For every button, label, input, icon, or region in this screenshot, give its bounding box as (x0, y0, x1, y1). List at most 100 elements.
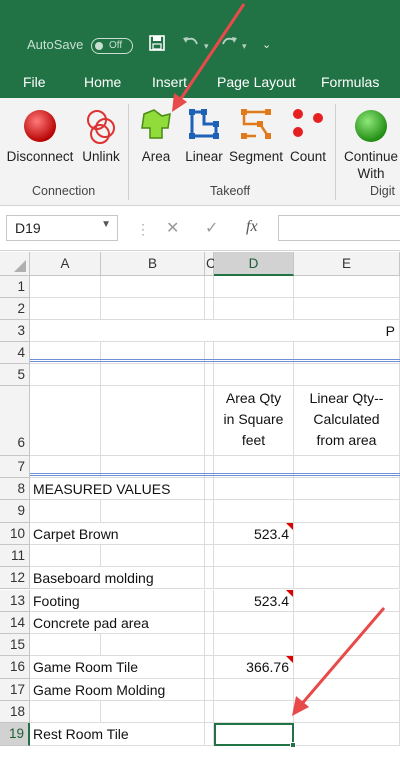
cell-a8[interactable]: MEASURED VALUES (30, 478, 170, 501)
cell-e11[interactable] (294, 544, 400, 568)
row-header[interactable]: 12 (0, 567, 30, 590)
count-button[interactable]: Count (287, 100, 329, 180)
cell-c6[interactable] (205, 386, 214, 456)
cell-b10[interactable] (101, 522, 205, 545)
tab-formulas[interactable]: Formulas (321, 74, 379, 90)
cell-b6[interactable] (101, 386, 205, 456)
cell-a17[interactable]: Game Room Molding (30, 679, 165, 701)
cell-b9[interactable] (101, 500, 205, 523)
customize-toolbar-icon[interactable]: ⌄ (262, 38, 271, 51)
cell-c19[interactable] (205, 723, 214, 746)
row-header[interactable]: 16 (0, 656, 30, 679)
cell-c1[interactable] (205, 276, 214, 298)
linear-button[interactable]: Linear (183, 100, 225, 180)
column-header-a[interactable]: A (30, 252, 101, 276)
cell-e10[interactable] (294, 522, 400, 545)
cell-a12[interactable]: Baseboard molding (30, 567, 154, 590)
cell-c9[interactable] (205, 500, 214, 523)
cell-b3[interactable] (101, 320, 205, 342)
segment-button[interactable]: Segment (228, 100, 284, 180)
cell-d16[interactable]: 366.76 (214, 656, 294, 679)
tab-file[interactable]: File (23, 74, 46, 90)
cell-e12[interactable] (294, 567, 400, 590)
name-box-dropdown-icon[interactable]: ▼ (101, 219, 111, 230)
cell-d10[interactable]: 523.4 (214, 522, 294, 545)
cell-a14[interactable]: Concrete pad area (30, 612, 149, 635)
cell-a18[interactable] (30, 701, 101, 724)
cell-e18[interactable] (294, 701, 400, 724)
cell-a1[interactable] (30, 276, 101, 298)
cell-e14[interactable] (294, 611, 400, 635)
cell-c3[interactable] (205, 320, 214, 342)
row-header[interactable]: 14 (0, 611, 30, 635)
tab-page-layout[interactable]: Page Layout (217, 74, 296, 90)
cell-b8[interactable] (101, 478, 205, 501)
cell-e17[interactable] (294, 678, 400, 701)
cell-e1[interactable] (294, 276, 400, 298)
active-cell-selection[interactable] (214, 723, 296, 748)
row-header[interactable]: 2 (0, 298, 30, 320)
cell-a13[interactable]: Footing (30, 590, 101, 612)
comment-indicator-icon[interactable] (286, 589, 293, 597)
cell-d18[interactable] (214, 701, 294, 724)
cell-b14[interactable] (101, 611, 205, 635)
disconnect-button[interactable]: Disconnect (4, 100, 76, 180)
row-header[interactable]: 8 (0, 478, 30, 501)
area-button[interactable]: Area (134, 100, 178, 180)
formula-input[interactable] (278, 215, 400, 241)
formula-bar-grip-icon[interactable]: ⋮ (136, 221, 150, 238)
row-header[interactable]: 10 (0, 522, 30, 545)
cell-c14[interactable] (205, 611, 214, 635)
cell-d17[interactable] (214, 678, 294, 701)
cell-d3[interactable] (214, 320, 294, 342)
tab-home[interactable]: Home (84, 74, 121, 90)
cell-a15[interactable] (30, 634, 101, 657)
fill-handle[interactable] (290, 741, 296, 748)
comment-indicator-icon[interactable] (286, 522, 293, 530)
comment-indicator-icon[interactable] (286, 656, 293, 664)
row-header[interactable]: 9 (0, 500, 30, 523)
row-header[interactable]: 1 (0, 276, 30, 298)
cell-d12[interactable] (214, 567, 294, 590)
cancel-entry-icon[interactable]: ✕ (166, 218, 179, 238)
column-header-d[interactable]: D (214, 252, 294, 276)
tab-insert[interactable]: Insert (152, 74, 187, 90)
cell-c16[interactable] (205, 656, 214, 679)
undo-dropdown-icon[interactable]: ▾ (204, 41, 209, 52)
cell-b2[interactable] (101, 298, 205, 320)
cell-e3[interactable]: P (294, 320, 400, 342)
row-header[interactable]: 19 (0, 723, 30, 746)
cell-c2[interactable] (205, 298, 214, 320)
cell-d6[interactable]: Area Qty in Square feet (214, 386, 294, 456)
cell-e5[interactable] (294, 364, 400, 386)
cell-d9[interactable] (214, 500, 294, 523)
row-header[interactable]: 17 (0, 678, 30, 701)
unlink-button[interactable]: Unlink (78, 100, 124, 180)
column-header-e[interactable]: E (294, 252, 400, 276)
cell-d15[interactable] (214, 634, 294, 657)
cell-d11[interactable] (214, 544, 294, 568)
redo-icon[interactable] (218, 34, 240, 57)
cell-a6[interactable] (30, 386, 101, 456)
confirm-entry-icon[interactable]: ✓ (205, 218, 218, 238)
row-header[interactable]: 15 (0, 634, 30, 657)
cell-b17[interactable] (101, 678, 205, 701)
cell-d2[interactable] (214, 298, 294, 320)
cell-a2[interactable] (30, 298, 101, 320)
cell-e9[interactable] (294, 500, 400, 523)
save-icon[interactable] (148, 34, 166, 57)
cell-e16[interactable] (294, 656, 400, 679)
cell-b15[interactable] (101, 634, 205, 657)
column-header-b[interactable]: B (101, 252, 205, 276)
cell-b5[interactable] (101, 364, 205, 386)
cell-d5[interactable] (214, 364, 294, 386)
cell-a3[interactable] (30, 320, 101, 342)
cell-e8[interactable] (294, 478, 400, 501)
select-all-corner[interactable] (0, 252, 30, 276)
cell-a11[interactable] (30, 544, 101, 568)
cell-e6[interactable]: Linear Qty-- Calculated from area (294, 386, 400, 456)
cell-c13[interactable] (205, 589, 214, 612)
undo-icon[interactable] (180, 34, 202, 57)
cell-a10[interactable]: Carpet Brown (30, 523, 119, 545)
cell-e19[interactable] (294, 723, 400, 746)
